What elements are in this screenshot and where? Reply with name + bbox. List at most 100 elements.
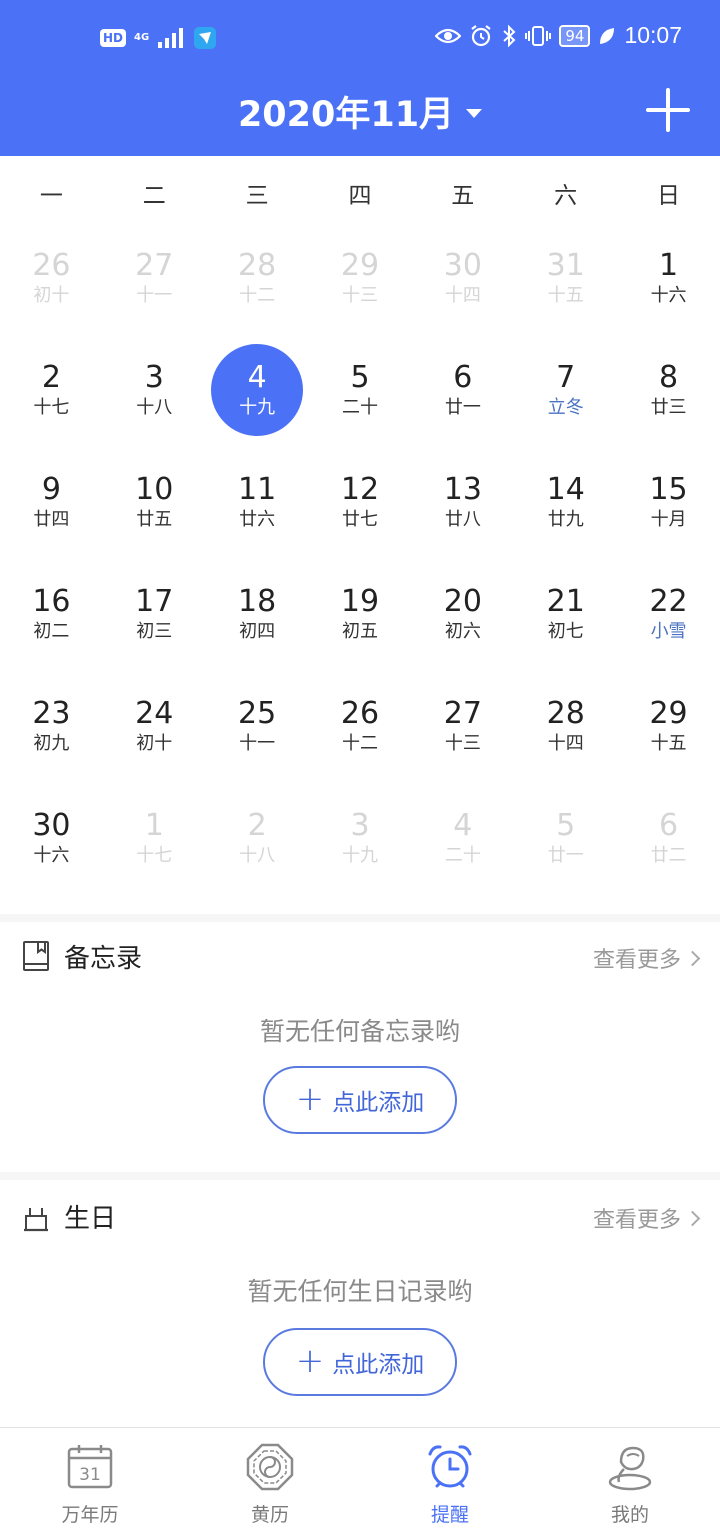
day-number: 7: [556, 360, 576, 395]
calendar-day[interactable]: 12 廿七: [309, 446, 412, 558]
calendar-day[interactable]: 22 小雪: [617, 558, 720, 670]
add-event-button[interactable]: [646, 88, 690, 132]
calendar-day-other-month[interactable]: 26 初十: [0, 222, 103, 334]
calendar-day[interactable]: 5 二十: [309, 334, 412, 446]
lunar-date: 十六: [650, 285, 687, 306]
calendar-day[interactable]: 15 十月: [617, 446, 720, 558]
lunar-date: 十六: [33, 845, 70, 866]
birthday-header: 生日 查看更多: [0, 1182, 720, 1252]
calendar-day-other-month[interactable]: 3 十九: [309, 782, 412, 894]
memo-empty-text: 暂无任何备忘录哟: [259, 1017, 460, 1046]
section-divider: [0, 914, 720, 922]
lunar-date: 廿三: [650, 397, 687, 418]
calendar-day[interactable]: 25 十一: [206, 670, 309, 782]
lunar-date: 十七: [33, 397, 70, 418]
calendar-day[interactable]: 6 廿一: [411, 334, 514, 446]
network-type: 4G: [134, 32, 150, 43]
nav-label: 我的: [610, 1504, 649, 1526]
calendar-day[interactable]: 8 廿三: [617, 334, 720, 446]
calendar-day[interactable]: 10 廿五: [103, 446, 206, 558]
day-number: 1: [659, 248, 679, 283]
weekday-label: 五: [451, 183, 475, 209]
lunar-date: 廿六: [239, 509, 276, 530]
day-number: 27: [135, 248, 174, 283]
day-number: 4: [247, 360, 267, 395]
calendar-day-today[interactable]: 4 十九: [206, 334, 309, 446]
nav-item-profile[interactable]: 我的: [540, 1428, 720, 1540]
calendar-day[interactable]: 28 十四: [514, 670, 617, 782]
memo-title: 备忘录: [64, 944, 143, 974]
calendar-grid: 26 初十 27 十一 28 十二 29 十三 30 十四 31 十五 1 十六 2 十七 3 十八 4 十九 5 二十 6…: [0, 222, 720, 894]
nav-item-reminder[interactable]: 提醒: [360, 1428, 540, 1540]
bottom-nav: 31 万年历 黄历 提醒 我的: [0, 1427, 720, 1540]
lunar-date: 二十: [444, 845, 481, 866]
bagua-icon: [246, 1443, 294, 1491]
vibrate-icon: [525, 25, 552, 46]
calendar-day-other-month[interactable]: 29 十三: [309, 222, 412, 334]
calendar-day[interactable]: 14 廿九: [514, 446, 617, 558]
calendar-day[interactable]: 7 立冬: [514, 334, 617, 446]
calendar-day[interactable]: 30 十六: [0, 782, 103, 894]
battery-level: 94: [559, 24, 591, 47]
nav-item-almanac[interactable]: 黄历: [180, 1428, 360, 1540]
calendar-day[interactable]: 20 初六: [411, 558, 514, 670]
calendar-day[interactable]: 11 廿六: [206, 446, 309, 558]
app-header: HD 4G 94 10:07 2020年11月: [0, 0, 720, 156]
signal-icon: [158, 28, 184, 48]
lunar-date: 十五: [547, 285, 584, 306]
calendar-day[interactable]: 19 初五: [309, 558, 412, 670]
birthday-more-link[interactable]: 查看更多: [592, 1202, 701, 1234]
calendar-day[interactable]: 3 十八: [103, 334, 206, 446]
calendar-day[interactable]: 2 十七: [0, 334, 103, 446]
day-number: 28: [238, 248, 277, 283]
eye-icon: [435, 28, 462, 43]
calendar-day[interactable]: 21 初七: [514, 558, 617, 670]
alarm-clock-icon: [428, 1445, 472, 1488]
calendar-day-other-month[interactable]: 31 十五: [514, 222, 617, 334]
calendar-day-other-month[interactable]: 6 廿二: [617, 782, 720, 894]
caret-down-icon: [466, 109, 483, 118]
calendar-day[interactable]: 17 初三: [103, 558, 206, 670]
lunar-date: 廿一: [444, 397, 481, 418]
day-number: 3: [350, 808, 370, 843]
day-number: 3: [144, 360, 164, 395]
calendar-day-other-month[interactable]: 27 十一: [103, 222, 206, 334]
calendar-day[interactable]: 18 初四: [206, 558, 309, 670]
calendar-day[interactable]: 26 十二: [309, 670, 412, 782]
lunar-date: 初六: [444, 621, 481, 642]
lunar-date: 十八: [136, 397, 173, 418]
add-birthday-button[interactable]: + 点此添加: [263, 1328, 457, 1396]
add-memo-button[interactable]: + 点此添加: [263, 1066, 457, 1134]
calendar-day[interactable]: 13 廿八: [411, 446, 514, 558]
calendar-day-other-month[interactable]: 5 廿一: [514, 782, 617, 894]
calendar-day-other-month[interactable]: 28 十二: [206, 222, 309, 334]
memo-more-link[interactable]: 查看更多: [593, 942, 701, 974]
day-number: 30: [32, 808, 71, 843]
calendar-day[interactable]: 16 初二: [0, 558, 103, 670]
lunar-date: 初二: [33, 621, 70, 642]
calendar-day[interactable]: 29 十五: [617, 670, 720, 782]
calendar-day[interactable]: 9 廿四: [0, 446, 103, 558]
day-number: 2: [41, 360, 61, 395]
day-number: 14: [546, 472, 585, 507]
lunar-date: 初十: [136, 733, 173, 754]
clock-time: 10:07: [624, 22, 682, 48]
calendar-day-other-month[interactable]: 2 十八: [206, 782, 309, 894]
calendar-day[interactable]: 1 十六: [617, 222, 720, 334]
day-number: 30: [443, 248, 482, 283]
calendar-day-other-month[interactable]: 30 十四: [411, 222, 514, 334]
day-number: 15: [649, 472, 688, 507]
lunar-date: 十四: [547, 733, 584, 754]
calendar-day[interactable]: 27 十三: [411, 670, 514, 782]
month-selector[interactable]: 2020年11月: [238, 86, 483, 137]
birthday-section: 生日 查看更多 暂无任何生日记录哟 + 点此添加: [0, 1182, 720, 1426]
lunar-date: 廿五: [136, 509, 173, 530]
calendar-day[interactable]: 24 初十: [103, 670, 206, 782]
calendar-day-other-month[interactable]: 4 二十: [411, 782, 514, 894]
calendar-day[interactable]: 23 初九: [0, 670, 103, 782]
status-bar: HD 4G 94 10:07: [0, 22, 720, 62]
nav-item-calendar[interactable]: 31 万年历: [0, 1428, 180, 1540]
lunar-date: 初三: [136, 621, 173, 642]
birthday-more-label: 查看更多: [592, 1208, 681, 1233]
calendar-day-other-month[interactable]: 1 十七: [103, 782, 206, 894]
